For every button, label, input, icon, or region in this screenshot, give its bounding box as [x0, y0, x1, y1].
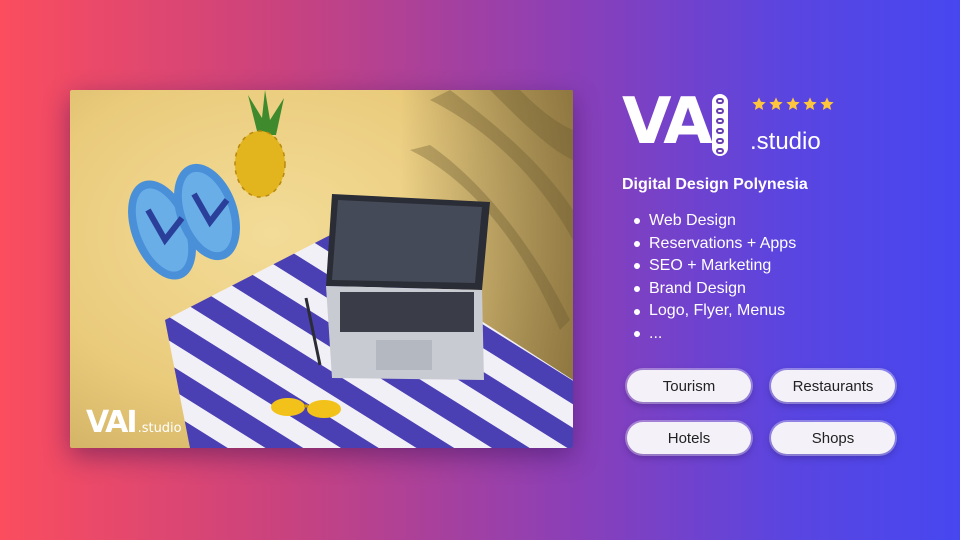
category-button-hotels[interactable]: Hotels [627, 422, 751, 454]
list-item: Brand Design [634, 278, 796, 301]
service-label: SEO + Marketing [649, 257, 772, 275]
star-icon [803, 97, 817, 110]
pineapple [234, 90, 286, 198]
star-icon [786, 97, 800, 110]
service-label: Brand Design [649, 279, 746, 297]
star-icon [820, 97, 834, 110]
service-label: Reservations + Apps [649, 234, 797, 252]
hero-photo: VAI .studio [70, 90, 573, 448]
beach-illustration [128, 90, 573, 448]
list-item: SEO + Marketing [634, 255, 796, 278]
service-label: Web Design [649, 212, 736, 229]
bullet-icon [634, 308, 640, 315]
list-item: Web Design [634, 210, 796, 233]
bullet-icon [634, 240, 640, 247]
services-list: Web Design Reservations + Apps SEO + Mar… [634, 210, 796, 346]
star-icon [769, 97, 783, 110]
category-button-restaurants[interactable]: Restaurants [771, 370, 895, 402]
list-item: ... [634, 323, 796, 346]
service-label: Logo, Flyer, Menus [649, 302, 786, 320]
watermark-letters: VAI [86, 405, 138, 440]
logo-letters: VA [622, 85, 713, 159]
logo-tattoo-i [712, 94, 728, 156]
category-button-shops[interactable]: Shops [771, 422, 895, 454]
star-icon [752, 97, 766, 110]
bullet-icon [634, 263, 640, 270]
bullet-icon [634, 331, 640, 338]
laptop [326, 194, 490, 380]
logo-suffix: .studio [750, 128, 821, 155]
bullet-icon [634, 218, 640, 225]
rating-stars [751, 96, 835, 112]
list-item: Reservations + Apps [634, 233, 796, 256]
category-button-tourism[interactable]: Tourism [627, 370, 751, 402]
list-item: Logo, Flyer, Menus [634, 300, 796, 323]
headline: Digital Design Polynesia [622, 176, 808, 193]
flip-flops [128, 163, 240, 280]
bullet-icon [634, 286, 640, 293]
photo-watermark: VAI .studio [86, 408, 182, 438]
watermark-suffix: .studio [137, 421, 182, 436]
service-label: ... [649, 324, 663, 342]
